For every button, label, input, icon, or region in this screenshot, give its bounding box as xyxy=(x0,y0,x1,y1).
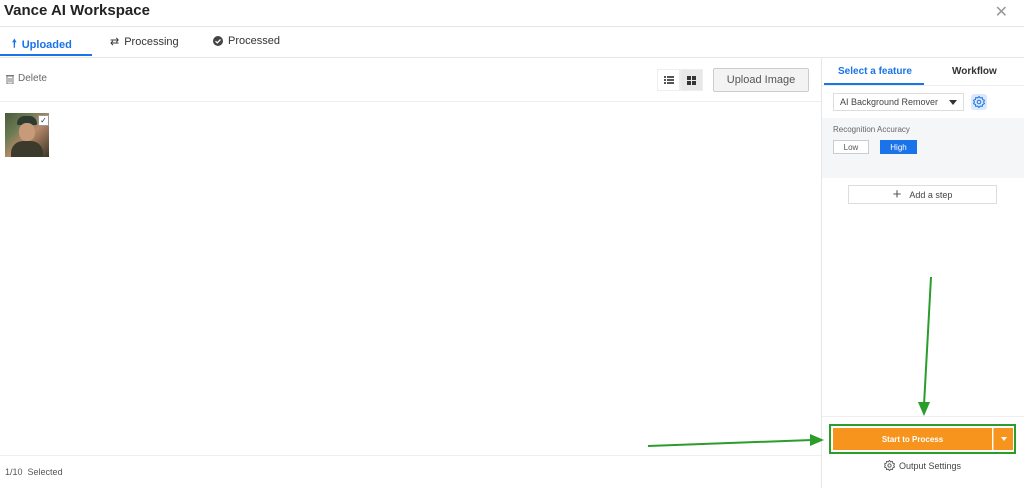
delete-button[interactable]: Delete xyxy=(6,73,47,84)
gear-icon xyxy=(973,96,985,108)
accuracy-label: Recognition Accuracy xyxy=(833,125,910,134)
gear-icon xyxy=(884,460,895,471)
tab-uploaded[interactable]: 🠕 Uploaded xyxy=(12,35,72,54)
app-title: Vance AI Workspace xyxy=(4,2,150,19)
feature-tabs-divider xyxy=(822,85,1024,86)
plus-icon: + xyxy=(892,186,902,203)
grid-icon xyxy=(687,75,696,85)
title-bar: Vance AI Workspace ✕ xyxy=(0,0,1024,27)
thumbnail-face xyxy=(19,123,35,141)
chevron-down-icon xyxy=(949,100,957,105)
check-circle-icon xyxy=(213,36,223,46)
view-toggle xyxy=(657,69,703,91)
delete-label: Delete xyxy=(18,73,47,84)
chevron-down-icon xyxy=(1000,437,1007,441)
tab-processing-label: Processing xyxy=(124,35,179,48)
image-select-checkbox[interactable]: ✓ xyxy=(38,115,49,126)
process-options-button[interactable] xyxy=(993,428,1013,450)
refresh-icon: ⇄ xyxy=(110,36,120,48)
image-workspace: Delete Upload Image ✓ 1/10 Selected xyxy=(0,58,821,488)
selected-label: Selected xyxy=(27,467,63,477)
accuracy-settings: Recognition Accuracy Low High xyxy=(822,118,1024,178)
feature-panel: Select a feature Workflow AI Background … xyxy=(822,58,1024,488)
active-tab-indicator xyxy=(0,54,92,56)
upload-image-button[interactable]: Upload Image xyxy=(713,68,809,92)
trash-icon xyxy=(6,74,14,84)
selection-status: 1/10 Selected xyxy=(5,467,63,477)
process-highlight: Start to Process xyxy=(829,424,1016,454)
feature-dropdown-value: AI Background Remover xyxy=(840,97,939,107)
close-icon[interactable]: ✕ xyxy=(995,2,1008,22)
tab-bar: 🠕 Uploaded ⇄ Processing Processed xyxy=(0,27,1024,58)
feature-dropdown[interactable]: AI Background Remover xyxy=(833,93,964,111)
thumbnail-body xyxy=(11,141,43,157)
tab-uploaded-label: Uploaded xyxy=(21,38,72,51)
workspace-footer: 1/10 Selected xyxy=(0,455,821,489)
tab-workflow[interactable]: Workflow xyxy=(952,66,997,77)
tab-select-feature[interactable]: Select a feature xyxy=(838,66,912,77)
output-settings-label: Output Settings xyxy=(899,460,962,471)
output-settings-button[interactable]: Output Settings xyxy=(884,460,961,471)
process-divider xyxy=(822,416,1024,417)
upload-arrow-icon: 🠕 xyxy=(12,38,17,50)
list-icon xyxy=(663,76,674,84)
add-step-label: Add a step xyxy=(909,189,953,200)
grid-view-button[interactable] xyxy=(680,69,703,91)
workspace-toolbar: Delete Upload Image xyxy=(0,58,821,102)
selected-count: 1/10 xyxy=(5,467,23,477)
tab-processing[interactable]: ⇄ Processing xyxy=(110,35,179,49)
list-view-button[interactable] xyxy=(657,69,680,91)
accuracy-high-button[interactable]: High xyxy=(880,140,917,154)
add-step-button[interactable]: + Add a step xyxy=(848,185,997,204)
accuracy-low-button[interactable]: Low xyxy=(833,140,869,154)
tab-processed-label: Processed xyxy=(228,35,280,47)
tab-processed[interactable]: Processed xyxy=(213,35,280,47)
start-process-button[interactable]: Start to Process xyxy=(833,428,992,450)
feature-settings-button[interactable] xyxy=(971,94,987,110)
